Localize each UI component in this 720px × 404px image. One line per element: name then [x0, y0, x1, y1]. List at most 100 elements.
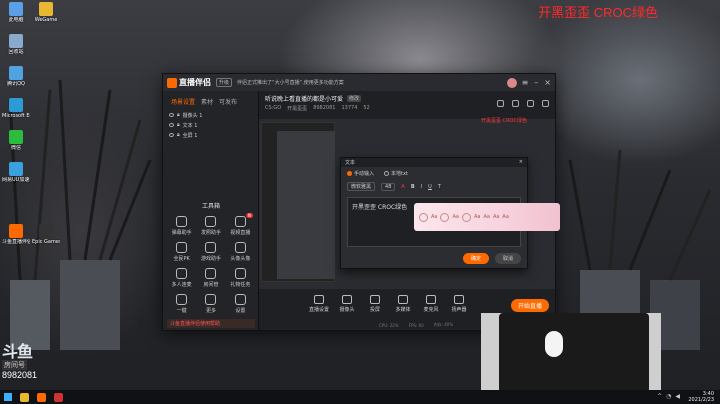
wechat-icon — [9, 130, 23, 144]
overlay-title-text: 开黑歪歪 CROC绿色 — [538, 5, 658, 20]
strike-button[interactable]: T — [438, 184, 441, 190]
eye-icon[interactable] — [169, 123, 174, 127]
tool-item[interactable]: 全民PK — [167, 242, 196, 262]
desktop-icon[interactable]: 腾讯QQ — [2, 66, 30, 87]
douyu-taskbar-icon[interactable] — [37, 392, 46, 402]
media-icon — [398, 295, 408, 304]
minimize-icon[interactable]: – — [534, 78, 538, 87]
tool-item[interactable]: 一键 — [167, 294, 196, 314]
record-icon[interactable] — [497, 100, 504, 107]
tool-item[interactable]: 多人连麦 — [167, 268, 196, 288]
cancel-button[interactable]: 取消 — [494, 253, 521, 264]
tool-item[interactable]: 游戏助手 — [196, 242, 225, 262]
speaker-button[interactable]: 扬声器 — [449, 295, 469, 313]
text-mode-row: 手动输入 本地txt — [341, 167, 527, 180]
chevron-up-icon[interactable]: ^ — [657, 393, 662, 400]
avatar[interactable] — [506, 77, 517, 88]
close-icon[interactable]: × — [519, 159, 523, 166]
scene-item[interactable]: 🔒︎ 全屏 1 — [163, 130, 258, 140]
app-taskbar-icon[interactable] — [54, 392, 63, 402]
color-button[interactable]: A — [401, 184, 404, 190]
cast-button[interactable]: 投屏 — [365, 295, 385, 313]
microphone-button[interactable]: 麦克风 — [421, 295, 441, 313]
tab-scene[interactable]: 场景设置 — [171, 97, 195, 106]
uu-icon — [9, 162, 23, 176]
lock-icon[interactable]: 🔒︎ — [177, 112, 180, 118]
mode-local-radio[interactable]: 本地txt — [384, 170, 408, 177]
help-tip[interactable]: 斗鱼直播伴侣使用帮助 — [167, 319, 255, 328]
close-icon[interactable]: × — [544, 78, 551, 87]
volume-icon[interactable]: ◀ — [675, 393, 680, 400]
bold-button[interactable]: B — [411, 184, 415, 190]
edit-title-button[interactable]: 修改 — [347, 95, 362, 102]
tool-item[interactable]: 礼物任务 — [226, 268, 255, 288]
toolbox-title: 工具箱 — [201, 203, 220, 210]
size-select[interactable]: 48 — [381, 182, 396, 191]
speaker-icon — [454, 295, 464, 304]
explorer-icon[interactable] — [20, 392, 29, 402]
qq-icon — [9, 66, 23, 80]
tool-item[interactable]: 弹幕助手 — [167, 216, 196, 236]
douyu-room-badge: 斗鱼 房间号 8982081 — [2, 344, 38, 380]
network-icon[interactable]: ◔ — [666, 393, 671, 400]
taskbar: ^ ◔ ◀ 3:40 2021/2/23 — [0, 390, 720, 404]
stream-settings-button[interactable]: 直播设置 — [309, 295, 329, 313]
font-select[interactable]: 微软雅黑 — [347, 182, 376, 191]
upgrade-badge[interactable]: 升级 — [216, 78, 233, 87]
left-tabs: 场景设置 素材 可发布 — [163, 91, 258, 110]
windows-start-icon[interactable] — [4, 393, 12, 401]
tool-item[interactable]: 发照助手 — [196, 216, 225, 236]
epic-games-icon — [39, 224, 53, 238]
underline-button[interactable]: U — [428, 184, 432, 190]
new-badge: N — [246, 213, 253, 218]
tool-item[interactable]: N 视频直播 — [226, 213, 255, 236]
tab-publish[interactable]: 可发布 — [219, 97, 237, 106]
eye-icon[interactable] — [169, 133, 174, 137]
desktop-icon[interactable]: 斗鱼直播伴侣 — [2, 224, 30, 245]
tool-icon — [176, 268, 188, 279]
scene-item[interactable]: 🔒︎ 摄像头 1 — [163, 110, 258, 120]
desktop-icon[interactable]: Microsoft Edge — [2, 98, 30, 119]
camera-button[interactable]: 摄像头 — [337, 295, 357, 313]
douyu-logo-icon — [167, 77, 177, 88]
settings-icon[interactable] — [527, 100, 534, 107]
screenshot-icon[interactable] — [512, 100, 519, 107]
media-button[interactable]: 多媒体 — [393, 295, 413, 313]
eye-icon[interactable] — [169, 113, 174, 117]
italic-button[interactable]: I — [421, 184, 422, 190]
ok-button[interactable]: 确定 — [462, 253, 489, 264]
monitor-icon — [314, 295, 324, 304]
douyu-icon — [9, 224, 23, 238]
tool-item[interactable]: 更多 — [196, 294, 225, 314]
clock[interactable]: 3:40 2021/2/23 — [688, 391, 714, 403]
start-stream-button[interactable]: 开始直播 — [510, 299, 549, 312]
tool-item[interactable]: 设置 — [226, 294, 255, 314]
tool-item[interactable]: 房间管 — [196, 268, 225, 288]
lock-icon[interactable]: 🔒︎ — [177, 132, 180, 138]
desktop-icon[interactable]: 回收站 — [2, 34, 30, 55]
tool-icon — [234, 242, 246, 253]
tab-material[interactable]: 素材 — [201, 97, 213, 106]
lock-icon[interactable]: 🔒︎ — [177, 122, 180, 128]
share-icon[interactable] — [542, 100, 549, 107]
desktop-icon[interactable]: 微信 — [2, 130, 30, 151]
text-style-picker[interactable]: Aa Aa Aa Aa Aa Aa — [414, 203, 560, 231]
dialog-buttons: 确定 取消 — [462, 253, 521, 264]
scene-item[interactable]: 🔒︎ 文本 1 — [163, 120, 258, 130]
desktop-icon[interactable]: 网易UU加速器 — [2, 162, 30, 183]
tool-icon — [234, 216, 246, 227]
desktop-icon[interactable]: 此电脑 — [2, 2, 30, 23]
desktop-icon[interactable]: Epic Games Launcher — [32, 224, 60, 245]
tool-item[interactable]: 头像头像 — [226, 242, 255, 262]
menu-icon[interactable]: ≡ — [522, 78, 529, 87]
window-controls: ≡ – × — [522, 78, 551, 87]
tool-icon — [205, 294, 217, 305]
desktop-icon[interactable]: WeGame — [32, 2, 60, 23]
mode-manual-radio[interactable]: 手动输入 — [347, 170, 374, 177]
computer-icon — [9, 2, 23, 16]
style-option[interactable] — [461, 212, 471, 222]
style-option[interactable] — [440, 212, 450, 222]
style-option[interactable] — [419, 212, 428, 222]
tool-icon — [205, 242, 217, 253]
notice-text[interactable]: 伴侣正式推出了“大小号直播”,使用更多功能方案 — [237, 79, 502, 86]
